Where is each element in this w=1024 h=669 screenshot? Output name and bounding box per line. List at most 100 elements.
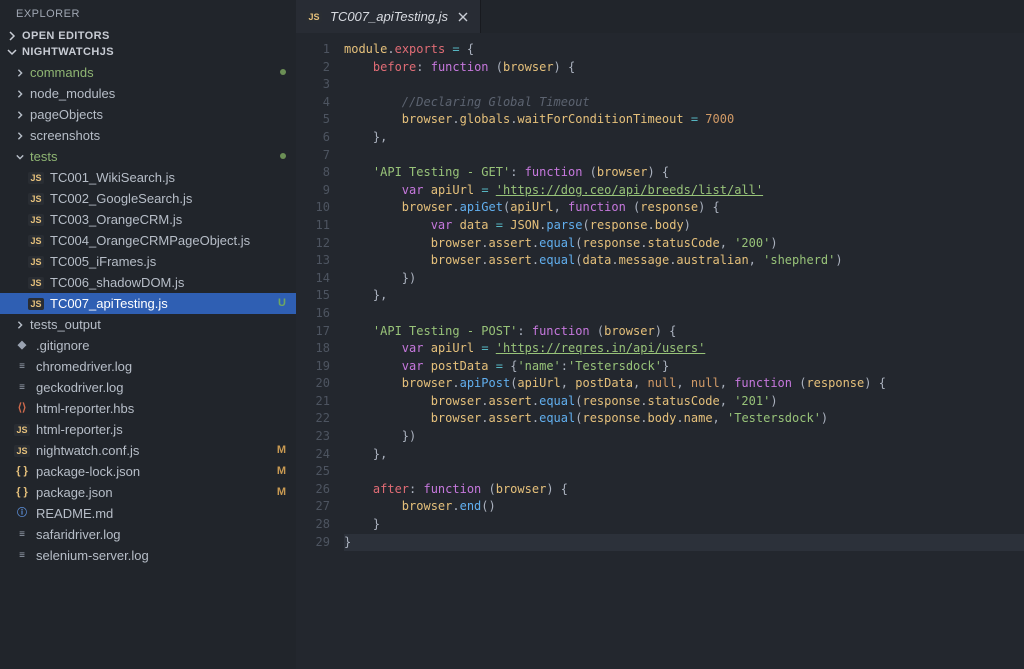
code-line[interactable] — [344, 76, 1024, 94]
code-line[interactable]: module.exports = { — [344, 41, 1024, 59]
code-line[interactable]: var apiUrl = 'https://dog.ceo/api/breeds… — [344, 182, 1024, 200]
code-line[interactable]: //Declaring Global Timeout — [344, 94, 1024, 112]
file-item[interactable]: { }package.jsonM — [0, 482, 296, 503]
line-number: 10 — [296, 199, 330, 217]
code-line[interactable]: browser.assert.equal(response.statusCode… — [344, 393, 1024, 411]
line-number: 14 — [296, 270, 330, 288]
line-number: 8 — [296, 164, 330, 182]
tree-item-label: TC005_iFrames.js — [50, 251, 286, 272]
js-file-icon: JS — [28, 172, 44, 184]
file-item[interactable]: JSTC005_iFrames.js — [0, 251, 296, 272]
file-item[interactable]: JSTC003_OrangeCRM.js — [0, 209, 296, 230]
file-item[interactable]: ◆.gitignore — [0, 335, 296, 356]
gitignore-file-icon: ◆ — [14, 338, 30, 354]
tree-item-label: chromedriver.log — [36, 356, 286, 377]
code-line[interactable]: before: function (browser) { — [344, 59, 1024, 77]
js-file-icon: JS — [28, 277, 44, 289]
file-item[interactable]: JSTC001_WikiSearch.js — [0, 167, 296, 188]
js-file-icon: JS — [14, 445, 30, 457]
code-line[interactable]: }) — [344, 428, 1024, 446]
folder-item[interactable]: pageObjects — [0, 104, 296, 125]
app-root: EXPLORER OPEN EDITORS NIGHTWATCHJS comma… — [0, 0, 1024, 669]
line-number: 3 — [296, 76, 330, 94]
file-item[interactable]: ≡selenium-server.log — [0, 545, 296, 566]
file-item[interactable]: JSTC002_GoogleSearch.js — [0, 188, 296, 209]
chevron-down-icon — [6, 46, 18, 58]
file-item[interactable]: ≡geckodriver.log — [0, 377, 296, 398]
line-number: 27 — [296, 498, 330, 516]
file-item[interactable]: ≡chromedriver.log — [0, 356, 296, 377]
json-file-icon: { } — [14, 485, 30, 501]
js-file-icon: JS — [14, 424, 30, 436]
code-line[interactable] — [344, 305, 1024, 323]
code-line[interactable]: }, — [344, 129, 1024, 147]
file-item[interactable]: { }package-lock.jsonM — [0, 461, 296, 482]
chevron-right-icon — [14, 132, 26, 140]
code-line[interactable]: } — [344, 516, 1024, 534]
js-file-icon: JS — [28, 214, 44, 226]
line-number: 13 — [296, 252, 330, 270]
line-number: 22 — [296, 410, 330, 428]
file-item[interactable]: JShtml-reporter.js — [0, 419, 296, 440]
line-number: 28 — [296, 516, 330, 534]
code-line[interactable]: browser.assert.equal(response.body.name,… — [344, 410, 1024, 428]
folder-item[interactable]: commands — [0, 62, 296, 83]
code-line[interactable]: }, — [344, 287, 1024, 305]
code-line[interactable]: }) — [344, 270, 1024, 288]
file-item[interactable]: JSTC004_OrangeCRMPageObject.js — [0, 230, 296, 251]
code-line[interactable]: } — [344, 534, 1024, 552]
code-line[interactable]: browser.end() — [344, 498, 1024, 516]
tree-item-label: safaridriver.log — [36, 524, 286, 545]
file-item[interactable]: ⓘREADME.md — [0, 503, 296, 524]
line-number: 20 — [296, 375, 330, 393]
line-number: 11 — [296, 217, 330, 235]
json-file-icon: { } — [14, 464, 30, 480]
folder-item[interactable]: screenshots — [0, 125, 296, 146]
code-line[interactable] — [344, 463, 1024, 481]
hbs-file-icon: ⟨⟩ — [14, 401, 30, 417]
tree-item-label: geckodriver.log — [36, 377, 286, 398]
tree-item-label: package.json — [36, 482, 277, 503]
code-line[interactable]: var postData = {'name':'Testersdock'} — [344, 358, 1024, 376]
code-line[interactable]: 'API Testing - GET': function (browser) … — [344, 164, 1024, 182]
chevron-right-icon — [14, 90, 26, 98]
code-line[interactable]: var apiUrl = 'https://reqres.in/api/user… — [344, 340, 1024, 358]
code-line[interactable]: }, — [344, 446, 1024, 464]
folder-item[interactable]: node_modules — [0, 83, 296, 104]
editor-tab[interactable]: JS TC007_apiTesting.js — [296, 0, 481, 33]
file-item[interactable]: JSnightwatch.conf.jsM — [0, 440, 296, 461]
line-number: 18 — [296, 340, 330, 358]
close-icon[interactable] — [456, 10, 470, 24]
code-line[interactable]: after: function (browser) { — [344, 481, 1024, 499]
info-file-icon: ⓘ — [14, 506, 30, 522]
code-content[interactable]: module.exports = { before: function (bro… — [344, 33, 1024, 669]
tree-item-label: commands — [30, 62, 278, 83]
tree-item-label: package-lock.json — [36, 461, 277, 482]
file-item[interactable]: ⟨⟩html-reporter.hbs — [0, 398, 296, 419]
file-item[interactable]: JSTC006_shadowDOM.js — [0, 272, 296, 293]
line-number: 2 — [296, 59, 330, 77]
project-section[interactable]: NIGHTWATCHJS — [0, 44, 296, 60]
code-area[interactable]: 1234567891011121314151617181920212223242… — [296, 33, 1024, 669]
code-line[interactable] — [344, 147, 1024, 165]
code-line[interactable]: browser.assert.equal(response.statusCode… — [344, 235, 1024, 253]
line-number: 15 — [296, 287, 330, 305]
tree-item-label: pageObjects — [30, 104, 286, 125]
file-item[interactable]: ≡safaridriver.log — [0, 524, 296, 545]
code-line[interactable]: browser.assert.equal(data.message.austra… — [344, 252, 1024, 270]
folder-item[interactable]: tests_output — [0, 314, 296, 335]
code-line[interactable]: 'API Testing - POST': function (browser)… — [344, 323, 1024, 341]
file-item[interactable]: JSTC007_apiTesting.jsU — [0, 293, 296, 314]
chevron-down-icon — [14, 153, 26, 161]
folder-item[interactable]: tests — [0, 146, 296, 167]
code-line[interactable]: browser.globals.waitForConditionTimeout … — [344, 111, 1024, 129]
code-line[interactable]: var data = JSON.parse(response.body) — [344, 217, 1024, 235]
modified-dot-icon — [278, 69, 286, 77]
code-line[interactable]: browser.apiPost(apiUrl, postData, null, … — [344, 375, 1024, 393]
open-editors-section[interactable]: OPEN EDITORS — [0, 28, 296, 44]
chevron-right-icon — [6, 30, 18, 42]
line-number: 24 — [296, 446, 330, 464]
tab-bar: JS TC007_apiTesting.js — [296, 0, 1024, 33]
code-line[interactable]: browser.apiGet(apiUrl, function (respons… — [344, 199, 1024, 217]
line-number: 12 — [296, 235, 330, 253]
